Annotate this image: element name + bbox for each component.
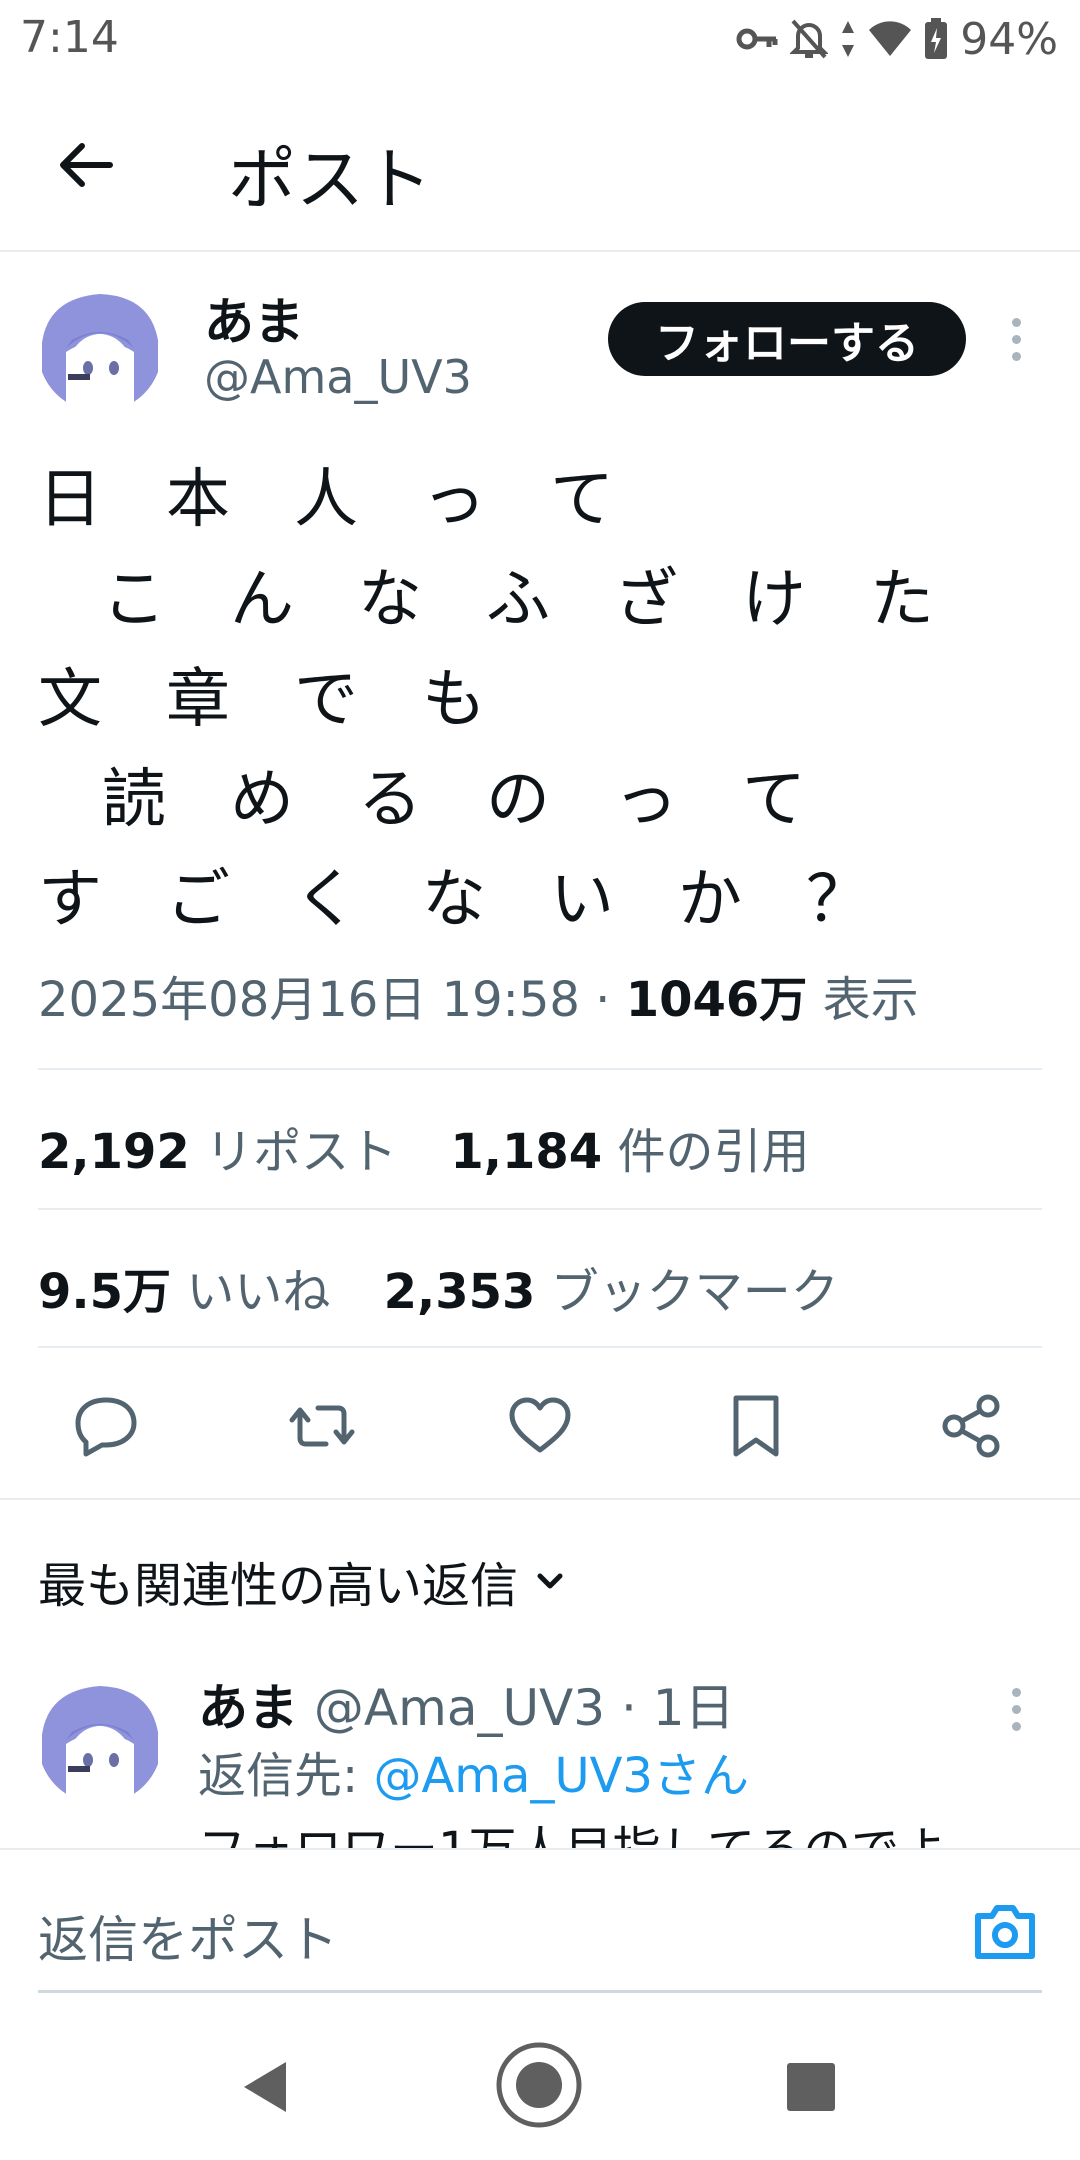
views-count: 1046万 [625,972,808,1028]
more-dot-icon [1011,1688,1021,1697]
like-button[interactable] [504,1390,576,1462]
likes-stat[interactable]: 9.5万 いいね [38,1264,330,1320]
more-options-button[interactable] [1006,318,1026,368]
reply-author-avatar[interactable] [38,1680,162,1804]
camera-button[interactable] [970,1896,1040,1966]
follow-button[interactable]: フォローする [608,302,966,376]
wifi-icon [869,21,912,56]
bookmarks-label: ブックマーク [550,1264,839,1320]
stats-row-reposts: 2,192 リポスト 1,184 件の引用 [38,1112,809,1182]
more-dot-icon [1011,335,1021,344]
back-button[interactable] [52,130,122,200]
post-timestamp[interactable]: 2025年08月16日 19:58 [38,972,580,1028]
system-nav-bar [0,2010,1080,2160]
square-recents-icon [787,2063,835,2111]
reply-time: · 1日 [620,1679,735,1737]
reposts-stat[interactable]: 2,192 リポスト [38,1124,397,1180]
quotes-stat[interactable]: 1,184 件の引用 [450,1124,809,1180]
camera-icon [975,1905,1035,1959]
views-label: 表示 [822,972,919,1028]
battery-icon [925,18,948,59]
page-title: ポスト [228,141,433,220]
reply-author-line: あま @Ama_UV3 · 1日 [198,1668,735,1740]
repost-button[interactable] [286,1390,358,1462]
likes-count: 9.5万 [38,1264,172,1320]
divider [38,1346,1042,1348]
author-name[interactable]: あま [204,282,304,354]
nav-home-button[interactable] [494,2040,584,2134]
status-bar: 7:14 94% [0,0,1080,78]
reply-more-options-button[interactable] [1006,1688,1026,1738]
reply-to-line: 返信先: @Ama_UV3さん [198,1736,749,1806]
battery-percentage: 94% [960,13,1058,65]
bookmark-button[interactable] [720,1390,792,1462]
status-time: 7:14 [20,12,119,63]
likes-label: いいね [186,1264,331,1320]
more-dot-icon [1011,1705,1021,1714]
reply-author-name[interactable]: あま [198,1679,298,1737]
reply-text: フォロワー1万人目指してるのでよ [198,1810,1038,1848]
quotes-count: 1,184 [450,1124,603,1180]
reply-text-container: フォロワー1万人目指してるのでよ [198,1808,1038,1848]
bell-off-icon [790,19,829,59]
post-text-line: こ ん な ふ ざ け た [38,563,934,637]
post-meta: 2025年08月16日 19:58 · 1046万 表示 [38,972,919,1028]
reply-input-underline [38,1990,1042,1993]
divider [38,1208,1042,1210]
bookmarks-stat[interactable]: 2,353 ブックマーク [384,1264,839,1320]
reply-button[interactable] [70,1390,142,1462]
heart-icon [509,1397,571,1453]
status-icons: 94% [736,13,1058,65]
reply-to-handle-link[interactable]: @Ama_UV3さん [373,1748,749,1804]
more-dot-icon [1011,352,1021,361]
stats-row-likes: 9.5万 いいね 2,353 ブックマーク [38,1252,839,1322]
quotes-label: 件の引用 [617,1124,810,1180]
bookmark-icon [733,1395,779,1457]
post-text-line: 読 め る の っ て [38,763,806,837]
arrow-left-icon [60,143,113,187]
reply-input[interactable]: 返信をポスト [38,1900,338,1972]
post-text-line: す ご く な い か ？ [38,863,870,937]
reply-to-prefix: 返信先: [198,1748,374,1804]
top-bar [0,78,1080,252]
nav-back-button[interactable] [240,2060,290,2118]
reposts-label: リポスト [205,1124,398,1180]
key-icon [736,28,778,50]
chevron-down-icon [537,1573,563,1589]
post-text-line: 日 本 人 っ て [38,463,614,537]
replies-sort-dropdown[interactable]: 最も関連性の高い返信 [38,1546,568,1616]
author-avatar[interactable] [38,288,162,412]
triangle-back-icon [244,2062,286,2112]
share-icon [942,1394,1000,1458]
author-handle[interactable]: @Ama_UV3 [204,350,472,404]
share-button[interactable] [936,1390,1008,1462]
nav-recents-button[interactable] [786,2062,836,2116]
divider [38,1068,1042,1070]
comment-icon [75,1397,137,1457]
home-circle-icon [496,2042,582,2128]
bookmarks-count: 2,353 [383,1264,536,1320]
more-dot-icon [1011,318,1021,327]
replies-sort-label: 最も関連性の高い返信 [38,1558,519,1614]
post-text-line: 文 章 で も [38,663,486,737]
repost-icon [289,1405,355,1447]
reposts-count: 2,192 [38,1124,190,1180]
reply-author-handle[interactable]: @Ama_UV3 [314,1679,605,1737]
more-dot-icon [1011,1722,1021,1731]
data-arrows-icon [842,21,855,57]
